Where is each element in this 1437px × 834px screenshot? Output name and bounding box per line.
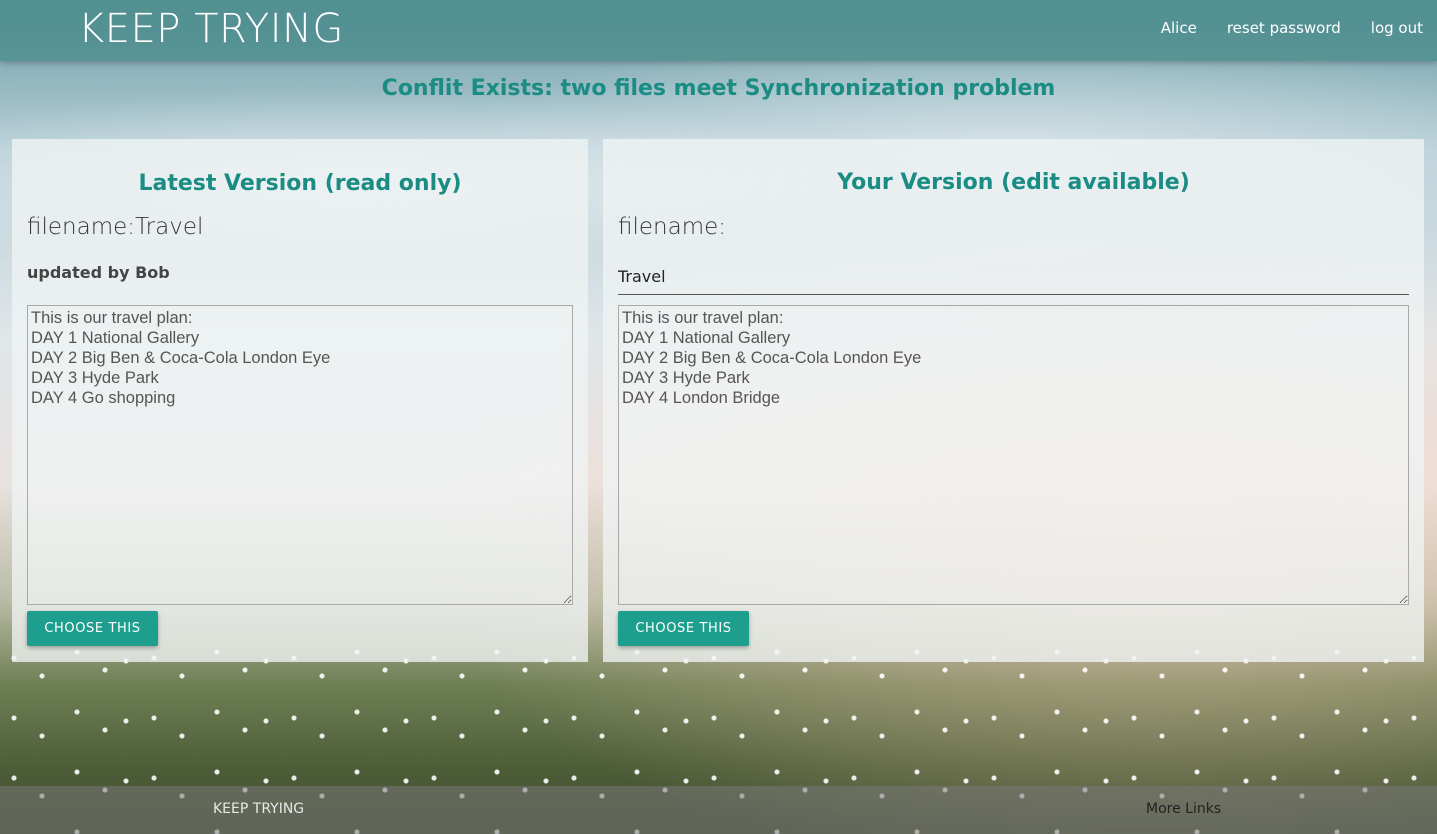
brand-logo[interactable]: KEEP TRYING bbox=[78, 4, 344, 54]
updated-by-label: updated by Bob bbox=[27, 263, 170, 282]
choose-latest-button[interactable]: CHOOSE THIS bbox=[27, 611, 158, 646]
your-version-panel: Your Version (edit available) filename: … bbox=[603, 139, 1424, 662]
nav-logout-link[interactable]: log out bbox=[1371, 19, 1423, 37]
footer: KEEP TRYING More Links bbox=[0, 786, 1437, 834]
top-navbar: KEEP TRYING Alice reset password log out bbox=[0, 0, 1437, 61]
footer-more-links[interactable]: More Links bbox=[1146, 801, 1221, 817]
latest-version-panel: Latest Version (read only) filename:Trav… bbox=[12, 139, 588, 662]
latest-content-textarea[interactable]: This is our travel plan: DAY 1 National … bbox=[27, 305, 573, 605]
nav-links: Alice reset password log out bbox=[1161, 19, 1423, 37]
your-content-textarea[interactable]: This is our travel plan: DAY 1 National … bbox=[618, 305, 1409, 605]
latest-filename: filename:Travel bbox=[27, 214, 204, 240]
your-filename-label: filename: bbox=[618, 214, 727, 240]
nav-reset-password-link[interactable]: reset password bbox=[1227, 19, 1341, 37]
choose-yours-button[interactable]: CHOOSE THIS bbox=[618, 611, 749, 646]
nav-user-link[interactable]: Alice bbox=[1161, 19, 1197, 37]
latest-version-title: Latest Version (read only) bbox=[138, 171, 462, 196]
filename-input[interactable] bbox=[618, 259, 1409, 295]
footer-brand: KEEP TRYING bbox=[213, 801, 305, 817]
conflict-title: Conflit Exists: two files meet Synchroni… bbox=[381, 76, 1056, 101]
your-version-title: Your Version (edit available) bbox=[837, 170, 1190, 195]
